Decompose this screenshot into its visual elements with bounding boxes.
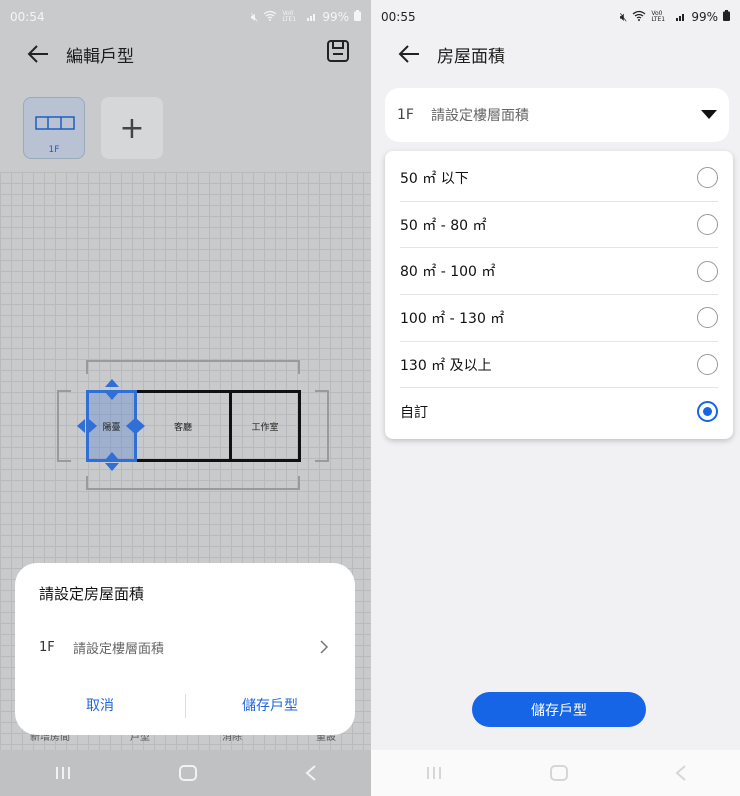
area-option[interactable]: 130 ㎡ 及以上 bbox=[400, 342, 718, 389]
battery-icon bbox=[354, 10, 361, 24]
battery-icon bbox=[723, 10, 730, 24]
area-option[interactable]: 50 ㎡ 以下 bbox=[400, 155, 718, 202]
area-option-label: 50 ㎡ - 80 ㎡ bbox=[400, 217, 487, 234]
wifi-icon bbox=[632, 10, 646, 24]
floor-label: 1F bbox=[397, 107, 414, 123]
area-option[interactable]: 100 ㎡ - 130 ㎡ bbox=[400, 295, 718, 342]
plus-icon: + bbox=[119, 110, 145, 146]
floor-plan-thumbnail-icon bbox=[35, 116, 75, 130]
resize-handle-bottom-outer[interactable] bbox=[105, 463, 119, 473]
cancel-button[interactable]: 取消 bbox=[15, 693, 185, 719]
battery-percent: 99% bbox=[322, 10, 349, 24]
radio-button-selected[interactable] bbox=[697, 401, 718, 423]
network-label: Vo0 LTE1 bbox=[651, 10, 666, 23]
system-navigation-bar bbox=[0, 750, 371, 796]
status-time: 00:55 bbox=[381, 10, 416, 24]
floor-tab-label: 1F bbox=[48, 145, 60, 155]
left-screen: 00:54 🔇︎ Vo0 LTE1 99% 編輯戶型 1F + 客廳 工作室 陽… bbox=[0, 0, 371, 796]
resize-handle-right[interactable] bbox=[126, 419, 136, 433]
status-bar: 00:54 🔇︎ Vo0 LTE1 99% bbox=[0, 0, 371, 34]
home-icon[interactable] bbox=[549, 765, 568, 781]
floor-label: 1F bbox=[39, 639, 55, 655]
wifi-icon bbox=[263, 10, 277, 24]
radio-button[interactable] bbox=[697, 354, 718, 376]
back-button[interactable] bbox=[391, 36, 427, 72]
radio-button[interactable] bbox=[697, 214, 718, 236]
app-bar: 房屋面積 bbox=[371, 34, 740, 74]
area-option-label: 自訂 bbox=[400, 404, 428, 421]
area-option[interactable]: 50 ㎡ - 80 ㎡ bbox=[400, 202, 718, 249]
resize-handle-bottom[interactable] bbox=[105, 452, 119, 462]
system-navigation-bar bbox=[371, 750, 740, 796]
top-bracket bbox=[86, 360, 300, 374]
system-back-icon[interactable] bbox=[305, 765, 317, 781]
page-title: 編輯戶型 bbox=[66, 46, 134, 67]
recent-apps-icon[interactable] bbox=[54, 766, 72, 780]
status-time: 00:54 bbox=[10, 10, 45, 24]
right-screen: 00:55 🔇︎ Vo0 LTE1 99% 房屋面積 1F 請設定樓層面積 50… bbox=[371, 0, 740, 796]
signal-icon bbox=[676, 10, 686, 24]
resize-handle-top[interactable] bbox=[105, 379, 119, 389]
area-option-label: 130 ㎡ 及以上 bbox=[400, 357, 492, 374]
area-dialog: 請設定房屋面積 1F 請設定樓層面積 取消 儲存戶型 bbox=[15, 563, 355, 735]
page-title: 房屋面積 bbox=[437, 46, 505, 67]
app-bar: 編輯戶型 bbox=[0, 34, 371, 74]
area-options-list: 50 ㎡ 以下 50 ㎡ - 80 ㎡ 80 ㎡ - 100 ㎡ 100 ㎡ -… bbox=[385, 151, 733, 439]
floor-area-placeholder: 請設定樓層面積 bbox=[431, 108, 529, 124]
add-floor-button[interactable]: + bbox=[101, 97, 163, 159]
room-label: 客廳 bbox=[173, 422, 192, 433]
save-layout-button[interactable]: 儲存戶型 bbox=[185, 693, 355, 719]
floor-area-row[interactable]: 1F 請設定樓層面積 bbox=[39, 635, 329, 659]
system-back-icon[interactable] bbox=[674, 765, 687, 781]
room-living[interactable]: 客廳 bbox=[134, 390, 232, 462]
right-bracket bbox=[315, 390, 329, 462]
floor-tab-1f[interactable]: 1F bbox=[23, 97, 85, 159]
area-option-label: 100 ㎡ - 130 ㎡ bbox=[400, 310, 505, 327]
save-icon[interactable] bbox=[327, 40, 349, 66]
mute-icon: 🔇︎ bbox=[619, 9, 628, 24]
arrow-left-icon bbox=[398, 45, 419, 63]
resize-handle-left-inner[interactable] bbox=[89, 419, 99, 433]
dropdown-arrow-icon bbox=[701, 110, 717, 119]
mute-icon: 🔇︎ bbox=[250, 9, 259, 24]
room-label: 工作室 bbox=[251, 422, 279, 433]
left-bracket bbox=[57, 390, 71, 462]
area-option-custom[interactable]: 自訂 bbox=[400, 388, 718, 435]
room-studio[interactable]: 工作室 bbox=[229, 390, 301, 462]
room-label: 陽臺 bbox=[102, 422, 121, 433]
save-layout-button[interactable]: 儲存戶型 bbox=[472, 692, 646, 727]
area-option-label: 50 ㎡ 以下 bbox=[400, 170, 469, 187]
bottom-bracket bbox=[86, 476, 300, 490]
arrow-left-icon bbox=[27, 45, 48, 63]
recent-apps-icon[interactable] bbox=[425, 766, 443, 780]
floor-area-placeholder: 請設定樓層面積 bbox=[73, 641, 165, 657]
radio-button[interactable] bbox=[697, 167, 718, 189]
network-label: Vo0 LTE1 bbox=[282, 10, 297, 23]
area-option[interactable]: 80 ㎡ - 100 ㎡ bbox=[400, 248, 718, 296]
battery-percent: 99% bbox=[691, 10, 718, 24]
resize-handle-right-outer[interactable] bbox=[137, 419, 147, 433]
signal-icon bbox=[307, 10, 317, 24]
radio-button[interactable] bbox=[697, 260, 718, 282]
resize-handle-left[interactable] bbox=[77, 419, 87, 433]
dialog-title: 請設定房屋面積 bbox=[39, 585, 145, 603]
radio-button[interactable] bbox=[697, 307, 718, 329]
home-icon[interactable] bbox=[179, 765, 198, 781]
floor-area-dropdown[interactable]: 1F 請設定樓層面積 bbox=[385, 88, 729, 142]
chevron-right-icon bbox=[320, 640, 329, 654]
area-option-label: 80 ㎡ - 100 ㎡ bbox=[400, 264, 496, 281]
back-button[interactable] bbox=[20, 36, 56, 72]
resize-handle-top-inner[interactable] bbox=[105, 392, 119, 402]
status-bar: 00:55 🔇︎ Vo0 LTE1 99% bbox=[371, 0, 740, 34]
button-divider bbox=[185, 694, 186, 718]
